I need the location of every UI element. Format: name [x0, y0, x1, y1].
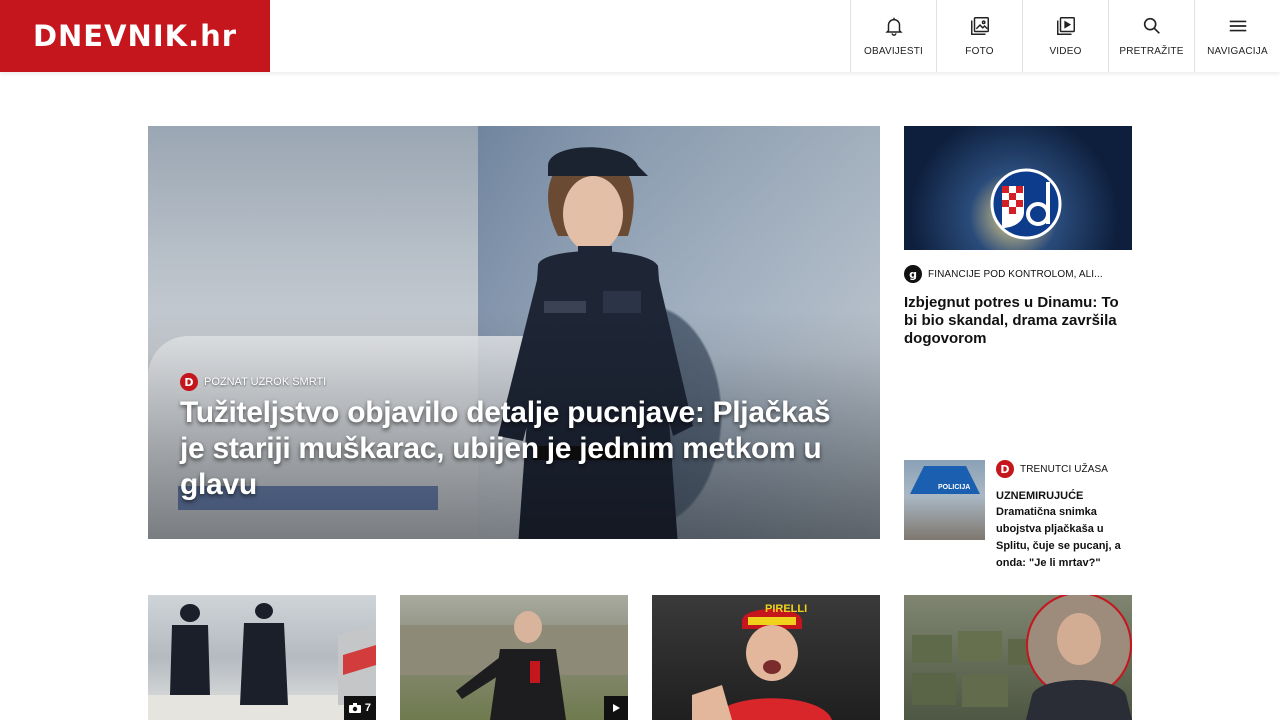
- side-small-kicker-text: TRENUTCI UŽASA: [1020, 463, 1109, 475]
- article-card[interactable]: PIRELLI: [652, 595, 880, 720]
- side-small-text: D TRENUTCI UŽASA UZNEMIRUJUĆE Dramatična…: [996, 460, 1132, 572]
- nav-video[interactable]: VIDEO: [1022, 0, 1108, 72]
- nav-menu[interactable]: NAVIGACIJA: [1194, 0, 1280, 72]
- play-icon: [613, 704, 620, 712]
- nav-photo[interactable]: FOTO: [936, 0, 1022, 72]
- article-card[interactable]: [400, 595, 628, 720]
- video-badge: [604, 696, 628, 720]
- photo-gallery-icon: [970, 17, 989, 35]
- sponsor-text: PIRELLI: [765, 603, 808, 615]
- dnevnik-d-icon: D: [180, 373, 198, 391]
- card-image-military-vehicles: [912, 595, 1132, 720]
- side-article-kicker: g FINANCIJE POD KONTROLOM, ALI...: [904, 265, 1132, 283]
- photo-count-badge: 7: [343, 696, 376, 720]
- hero-kicker: D POZNAT UZROK SMRTI: [180, 373, 326, 391]
- site-logo[interactable]: DNEVNIK.hr: [0, 0, 270, 72]
- side-article-small: POLICIJA D TRENUTCI UŽASA UZNEMIRUJUĆE D…: [904, 460, 1132, 572]
- site-header: DNEVNIK.hr OBAVIJESTI FOTO VIDEO PRETRAŽ…: [0, 0, 1280, 72]
- photo-count: 7: [364, 702, 371, 714]
- nav-label: FOTO: [965, 46, 994, 57]
- bottom-articles: 7 PIRELLI: [148, 595, 1132, 720]
- card-image-reporter: [400, 611, 628, 720]
- nav-label: NAVIGACIJA: [1207, 46, 1268, 57]
- side-article-image[interactable]: [904, 126, 1132, 250]
- bell-icon: [884, 17, 903, 36]
- hero-title[interactable]: Tužiteljstvo objavilo detalje pucnjave: …: [180, 395, 840, 503]
- police-tent-label: POLICIJA: [938, 484, 971, 491]
- side-small-kicker: D TRENUTCI UŽASA: [996, 460, 1132, 478]
- top-nav: OBAVIJESTI FOTO VIDEO PRETRAŽITE NAVIGAC…: [850, 0, 1280, 72]
- video-play-icon: [1056, 17, 1075, 35]
- search-icon: [1143, 17, 1160, 34]
- nav-search[interactable]: PRETRAŽITE: [1108, 0, 1194, 72]
- side-small-label: UZNEMIRUJUĆE: [996, 490, 1084, 502]
- side-article-top: g FINANCIJE POD KONTROLOM, ALI... Izbjeg…: [904, 126, 1132, 348]
- nav-label: PRETRAŽITE: [1119, 46, 1184, 57]
- side-article-title[interactable]: Izbjegnut potres u Dinamu: To bi bio ska…: [904, 294, 1132, 348]
- side-article-kicker-text: FINANCIJE POD KONTROLOM, ALI...: [928, 268, 1103, 280]
- article-card[interactable]: 7: [148, 595, 376, 720]
- logo-text: DNEVNIK.hr: [32, 19, 238, 53]
- hero-kicker-text: POZNAT UZROK SMRTI: [204, 376, 327, 388]
- side-small-title[interactable]: Dramatična snimka ubojstva pljačkaša u S…: [996, 504, 1132, 572]
- camera-icon: [348, 703, 361, 713]
- hero-article[interactable]: D POZNAT UZROK SMRTI Tužiteljstvo objavi…: [148, 126, 880, 539]
- side-small-image[interactable]: POLICIJA: [904, 460, 985, 540]
- dinamo-crest-icon: [990, 168, 1062, 240]
- nav-notifications[interactable]: OBAVIJESTI: [850, 0, 936, 72]
- menu-icon: [1229, 20, 1246, 32]
- nav-label: OBAVIJESTI: [863, 46, 924, 57]
- card-image-police: [148, 603, 376, 720]
- nav-label: VIDEO: [1049, 46, 1082, 57]
- gol-g-icon: g: [904, 265, 922, 283]
- article-card[interactable]: [904, 595, 1132, 720]
- dnevnik-d-icon: D: [996, 460, 1014, 478]
